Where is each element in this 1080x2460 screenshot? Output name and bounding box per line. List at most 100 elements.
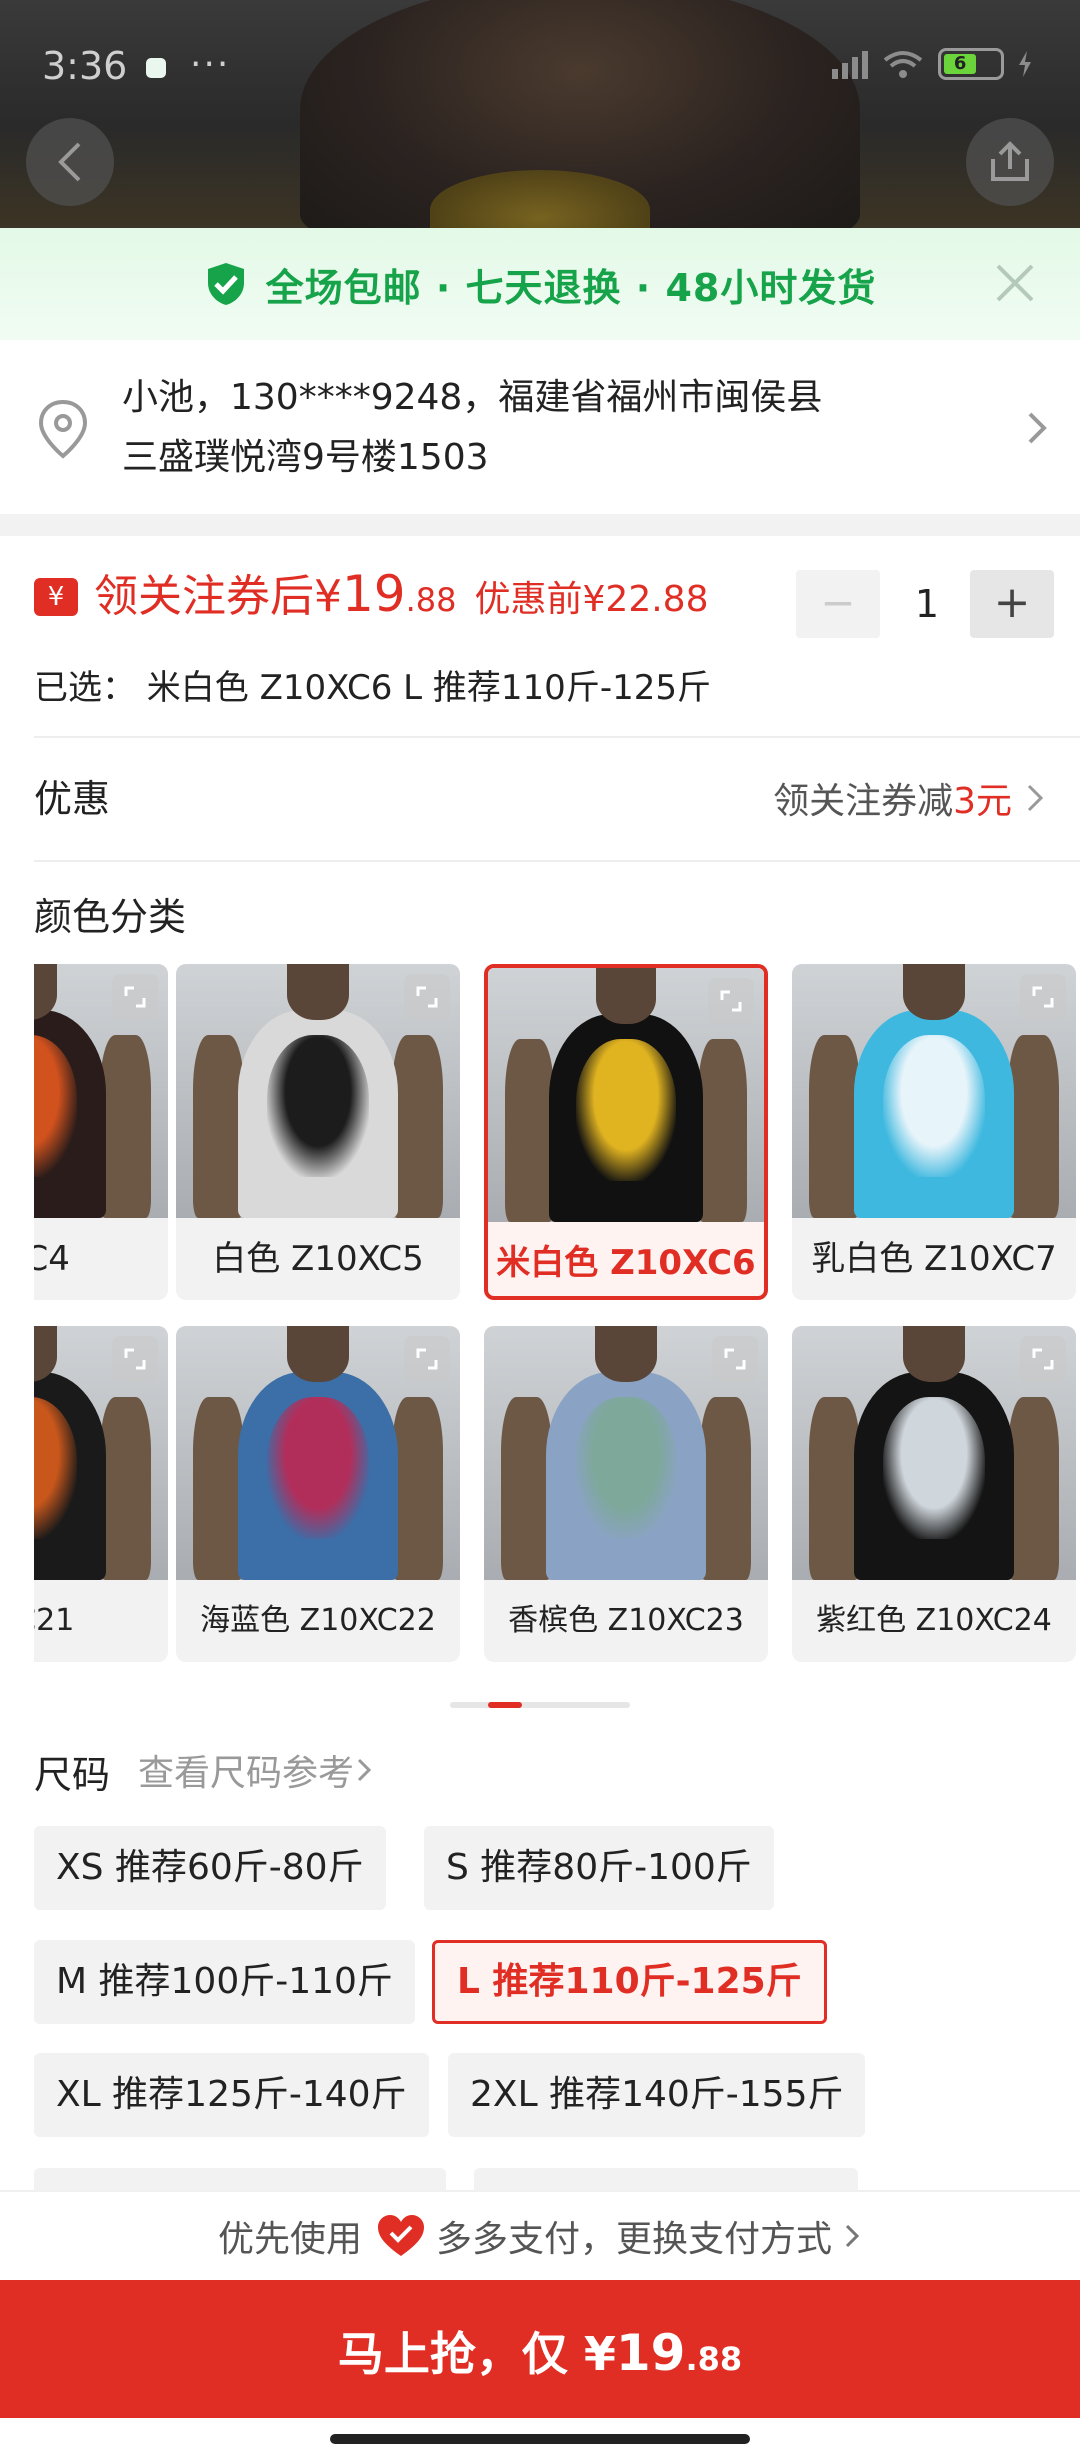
location-pin-icon (38, 399, 88, 459)
quantity-minus-button[interactable]: − (796, 570, 880, 638)
address-line1: 小池，130****9248，福建省福州市闽侯县 (122, 377, 823, 418)
dragon-print (882, 1035, 986, 1178)
payment-method-bar[interactable]: 优先使用 多多支付，更换支付方式 (0, 2190, 1080, 2280)
discount-coupon[interactable]: 领关注券减 3元 (773, 772, 1046, 824)
quantity-plus-button[interactable]: + (970, 570, 1054, 638)
buy-price-integer: 19 (615, 2324, 686, 2382)
model-arm (99, 1035, 151, 1218)
size-chart-link[interactable]: 查看尺码参考 (138, 1744, 374, 1796)
price-row: ¥ 领关注券后 ¥ 19 .88 优惠前¥22.88 (34, 560, 708, 632)
share-icon (991, 141, 1029, 181)
chevron-right-icon (357, 1758, 372, 1782)
promo-text: 全场包邮 · 七天退换 · 48小时发货 (265, 265, 877, 310)
status-more: ··· (190, 44, 231, 85)
quantity-value[interactable]: 1 (890, 570, 964, 638)
size-option-s[interactable]: S 推荐80斤-100斤 (424, 1826, 774, 1910)
expand-icon[interactable] (404, 1336, 450, 1382)
dragon-print (574, 1397, 678, 1540)
color-option-card[interactable]: 0XC21 (34, 1326, 168, 1662)
size-option-xs[interactable]: XS 推荐60斤-80斤 (34, 1826, 386, 1910)
selected-spec: 已选： 米白色 Z10XC6 L 推荐110斤-125斤 (34, 668, 711, 708)
color-option-label: 海蓝色 Z10XC22 (200, 1603, 436, 1638)
discount-label: 优惠 (34, 777, 111, 821)
model-arm (193, 1397, 245, 1580)
price-decimal: .88 (405, 581, 457, 619)
chevron-right-icon (1027, 784, 1044, 812)
color-options-grid[interactable]: 0XC4 白色 Z10XC5 米白色 Z10XC6 乳白色 Z10XC7 0XC21 海蓝… (34, 964, 1080, 1664)
close-icon[interactable] (990, 258, 1040, 308)
chevron-left-icon (58, 142, 81, 182)
model-arm (99, 1397, 151, 1580)
color-option-card[interactable]: 白色 Z10XC5 (176, 964, 460, 1300)
discount-text: 领关注券减 (773, 781, 954, 822)
dragon-print (266, 1035, 370, 1178)
size-option-xl[interactable]: XL 推荐125斤-140斤 (34, 2053, 429, 2137)
color-option-card[interactable]: 海蓝色 Z10XC22 (176, 1326, 460, 1662)
payment-method-text: 多多支付，更换支付方式 (436, 2219, 833, 2260)
section-gap (0, 514, 1080, 536)
expand-icon[interactable] (708, 978, 754, 1024)
expand-icon[interactable] (112, 1336, 158, 1382)
shipping-address[interactable]: 小池，130****9248，福建省福州市闽侯县 三盛璞悦湾9号楼1503 (0, 340, 1080, 514)
home-indicator[interactable] (330, 2434, 750, 2444)
back-button[interactable] (26, 118, 114, 206)
model-arm (193, 1035, 245, 1218)
buy-price-decimal: .88 (685, 2340, 743, 2378)
divider (34, 860, 1080, 862)
status-right: 6 (832, 48, 1032, 80)
payment-prefix: 优先使用 (217, 2219, 362, 2260)
color-option-card[interactable]: 香槟色 Z10XC23 (484, 1326, 768, 1662)
coupon-icon: ¥ (34, 578, 78, 616)
color-option-card[interactable]: 乳白色 Z10XC7 (792, 964, 1076, 1300)
model-head (595, 968, 657, 1024)
color-option-label: 紫红色 Z10XC24 (816, 1603, 1052, 1638)
color-option-label: 米白色 Z10XC6 (496, 1243, 756, 1283)
color-option-label: 乳白色 Z10XC7 (811, 1239, 1057, 1279)
expand-icon[interactable] (1020, 1336, 1066, 1382)
model-arm (391, 1397, 443, 1580)
battery-icon: 6 (938, 48, 1004, 80)
buy-text: 马上抢，仅 ¥ (337, 2327, 616, 2381)
charging-icon (1019, 51, 1031, 77)
color-option-card[interactable]: 米白色 Z10XC6 (484, 964, 768, 1300)
dragon-print (266, 1397, 370, 1540)
color-option-label: 0XC4 (34, 1239, 70, 1279)
expand-icon[interactable] (1020, 974, 1066, 1020)
color-option-card[interactable]: 0XC4 (34, 964, 168, 1300)
address-line2: 三盛璞悦湾9号楼1503 (122, 437, 489, 478)
color-option-label: 0XC21 (34, 1603, 75, 1638)
grid-scroll-track (450, 1702, 630, 1708)
expand-icon[interactable] (112, 974, 158, 1020)
buy-now-button[interactable]: 马上抢，仅 ¥ 19 .88 (0, 2280, 1080, 2418)
share-button[interactable] (966, 118, 1054, 206)
color-option-card[interactable]: 紫红色 Z10XC24 (792, 1326, 1076, 1662)
price-before-discount: 优惠前¥22.88 (474, 579, 709, 620)
dragon-print (882, 1397, 986, 1540)
chevron-right-icon (845, 2224, 860, 2248)
wifi-icon (883, 51, 923, 78)
size-option-2xl[interactable]: 2XL 推荐140斤-155斤 (448, 2053, 866, 2137)
model-arm (504, 1039, 555, 1222)
expand-icon[interactable] (712, 1336, 758, 1382)
pay-heart-icon (378, 2215, 424, 2256)
model-arm (809, 1397, 861, 1580)
model-arm (1007, 1035, 1059, 1218)
size-option-m[interactable]: M 推荐100斤-110斤 (34, 1940, 415, 2024)
color-section-title: 颜色分类 (34, 895, 187, 939)
model-head (902, 1326, 966, 1382)
discount-amount: 3元 (953, 781, 1012, 822)
service-promo-banner: 全场包邮 · 七天退换 · 48小时发货 (0, 228, 1080, 340)
model-head (594, 1326, 658, 1382)
model-arm (391, 1035, 443, 1218)
color-option-label: 白色 Z10XC5 (212, 1239, 424, 1279)
model-arm (697, 1039, 748, 1222)
model-arm (1007, 1397, 1059, 1580)
grid-scroll-thumb (488, 1702, 522, 1708)
model-arm (699, 1397, 751, 1580)
signal-icon (832, 49, 868, 79)
model-head (902, 964, 966, 1020)
size-option-l[interactable]: L 推荐110斤-125斤 (432, 1940, 827, 2024)
expand-icon[interactable] (404, 974, 450, 1020)
price-integer: 19 (342, 565, 406, 623)
price-label: 领关注券后 (94, 571, 314, 622)
